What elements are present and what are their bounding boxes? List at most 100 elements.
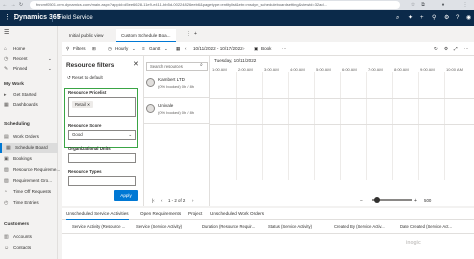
column-header[interactable]: Date Created (Service Act... [400,220,452,234]
nav-item-work-orders[interactable]: ▤ Work Orders [0,132,58,142]
resource-score-select[interactable]: Good ⌄ [68,130,136,140]
nav-item-time-entries[interactable]: ◴ Time Entries [0,198,58,208]
address-bar[interactable]: fnrcmf0501.crm.dynamics.com/main.aspx?ap… [30,1,400,9]
profile-icon[interactable]: ● [440,2,446,8]
hourly-dropdown[interactable]: Hourly [115,42,128,56]
tab-unscheduled-work-orders[interactable]: Unscheduled Work Orders [210,208,264,220]
board-tabs: Initial public view Custom Schedule Boa.… [58,26,474,42]
browser-chrome: ← → ↻ fnrcmf0501.crm.dynamics.com/main.a… [0,0,474,10]
column-header[interactable]: Service Activity (Resource ... [72,220,125,234]
time-off-icon: ◔ [4,189,8,195]
resource-row[interactable]: Univale (0% booked) 0h / 8h [144,98,210,124]
prev-page-icon[interactable]: ‹ [161,196,162,206]
lightbulb-icon[interactable]: ✦ [408,14,413,22]
column-header[interactable]: Service (Service Activity) [136,220,182,234]
booking-icon: ▣ [4,156,9,162]
next-icon[interactable]: › [243,42,245,56]
nav-item-recent[interactable]: ◷ Recent ⌄ [0,54,58,64]
group-icon: ▨ [4,178,9,184]
nav-item-dashboards[interactable]: ▦ Dashboards [0,100,58,110]
reset-to-default-button[interactable]: ↺ Reset to default [67,75,103,81]
resource-types-field[interactable] [68,176,136,186]
expand-icon[interactable]: ⤢ [454,42,458,56]
tab-unscheduled-service-activities[interactable]: Unscheduled Service Activities [66,208,129,220]
next-page-icon[interactable]: › [192,196,193,206]
pin-icon: ✎ [4,66,9,72]
nav-item-pinned[interactable]: ✎ Pinned ⌄ [0,64,58,74]
filters-button[interactable]: Filters [73,42,86,56]
plus-icon[interactable]: + [420,14,424,22]
calendar-icon[interactable]: ▦ [176,42,180,56]
nav-item-requirement-groups[interactable]: ▨ Requirement Gro... [0,176,58,186]
column-header[interactable]: Created By (Service Activ... [334,220,385,234]
brand-title[interactable]: Dynamics 365 [14,10,61,26]
field-label: Resource Pricelist [68,90,107,95]
help-icon[interactable]: ? [456,14,459,22]
resource-pricelist-field[interactable]: Retail ✕ [68,97,136,117]
nav-item-get-started[interactable]: ▸ Get Started [0,90,58,100]
search-resources-input[interactable]: Search resources [146,62,208,71]
extensions-icon[interactable]: ⧉ [420,2,426,8]
grid-line [288,72,289,180]
view-toggle-icon[interactable]: ⊞ [92,42,96,56]
add-tab-icon[interactable]: + [194,31,197,37]
field-label: Resource Score [68,123,102,128]
hamburger-icon[interactable]: ☰ [4,29,9,36]
gear-icon[interactable]: ⚙ [444,14,449,22]
gantt-dropdown[interactable]: Gantt [149,42,160,56]
nav-item-time-off-requests[interactable]: ◔ Time Off Requests [0,187,58,197]
forward-icon[interactable]: → [10,2,16,8]
tab-custom-schedule-board[interactable]: Custom Schedule Boa... [116,29,176,42]
more-icon[interactable]: ⋯ [282,42,287,56]
column-header[interactable]: Duration (Resource Requir... [202,220,255,234]
field-label: Organizational Units [68,146,111,151]
nav-section-header: Scheduling [4,122,30,127]
menu-icon[interactable]: ⋮ [462,2,468,8]
row-divider [210,98,474,99]
tab-initial-public-view[interactable]: Initial public view [64,29,108,42]
nav-item-resource-requirements[interactable]: ▧ Resource Requireme... [0,165,60,175]
tab-project[interactable]: Project [188,208,202,220]
pager: |‹ ‹ 1 - 2 of 2 › [144,196,210,206]
search-icon[interactable]: ⌕ [396,14,399,22]
nav-item-home[interactable]: ⌂ Home [0,44,58,54]
tab-options-icon[interactable]: ⋮ [186,31,191,37]
user-avatar-icon[interactable]: ◉ [466,14,471,22]
settings-icon[interactable]: ⚙ [444,42,448,56]
field-label: Resource Types [68,169,102,174]
first-page-icon[interactable]: |‹ [152,196,155,206]
hour-label: 9:00 AM [420,67,435,72]
nav-item-accounts[interactable]: ▥ Accounts [0,232,58,242]
hour-label: 5:00 AM [316,67,331,72]
remove-chip-icon[interactable]: ✕ [87,102,91,107]
clock-icon: ◷ [4,56,9,62]
zoom-slider-handle[interactable] [374,197,380,203]
date-range[interactable]: 10/11/2022 - 10/17/2022 [193,42,243,56]
nav-item-schedule-board[interactable]: ▦ Schedule Board [0,143,58,153]
person-icon: ☺ [4,245,10,251]
grid-line [262,72,263,180]
back-icon[interactable]: ← [2,2,8,8]
hour-label: 2:00 AM [238,67,253,72]
refresh-icon[interactable]: ↻ [434,42,438,56]
tab-open-requirements[interactable]: Open Requirements [140,208,181,220]
nav-item-bookings[interactable]: ▣ Bookings [0,154,58,164]
resource-row[interactable]: Kambert LTD (0% booked) 0h / 8h [144,72,210,98]
refresh-icon[interactable]: ↻ [18,2,24,8]
book-button[interactable]: Book [261,42,271,56]
filter-icon[interactable]: ⚲ [432,14,436,22]
grid-line [392,72,393,180]
apply-button[interactable]: Apply [114,190,138,201]
rocket-icon: ▸ [4,92,7,98]
clock-icon: ◷ [108,46,113,51]
column-header[interactable]: Status (Service Activity) [268,220,312,234]
resource-name: Kambert LTD [158,77,185,82]
organizational-units-field[interactable] [68,153,136,163]
close-icon[interactable]: ✕ [133,60,139,68]
zoom-in-icon[interactable]: + [414,196,417,206]
nav-item-contacts[interactable]: ☺ Contacts [0,243,58,253]
more-icon[interactable]: ⋯ [464,42,469,56]
star-icon[interactable]: ☆ [410,2,416,8]
zoom-out-icon[interactable]: − [360,196,363,206]
prev-icon[interactable]: ‹ [185,42,187,56]
